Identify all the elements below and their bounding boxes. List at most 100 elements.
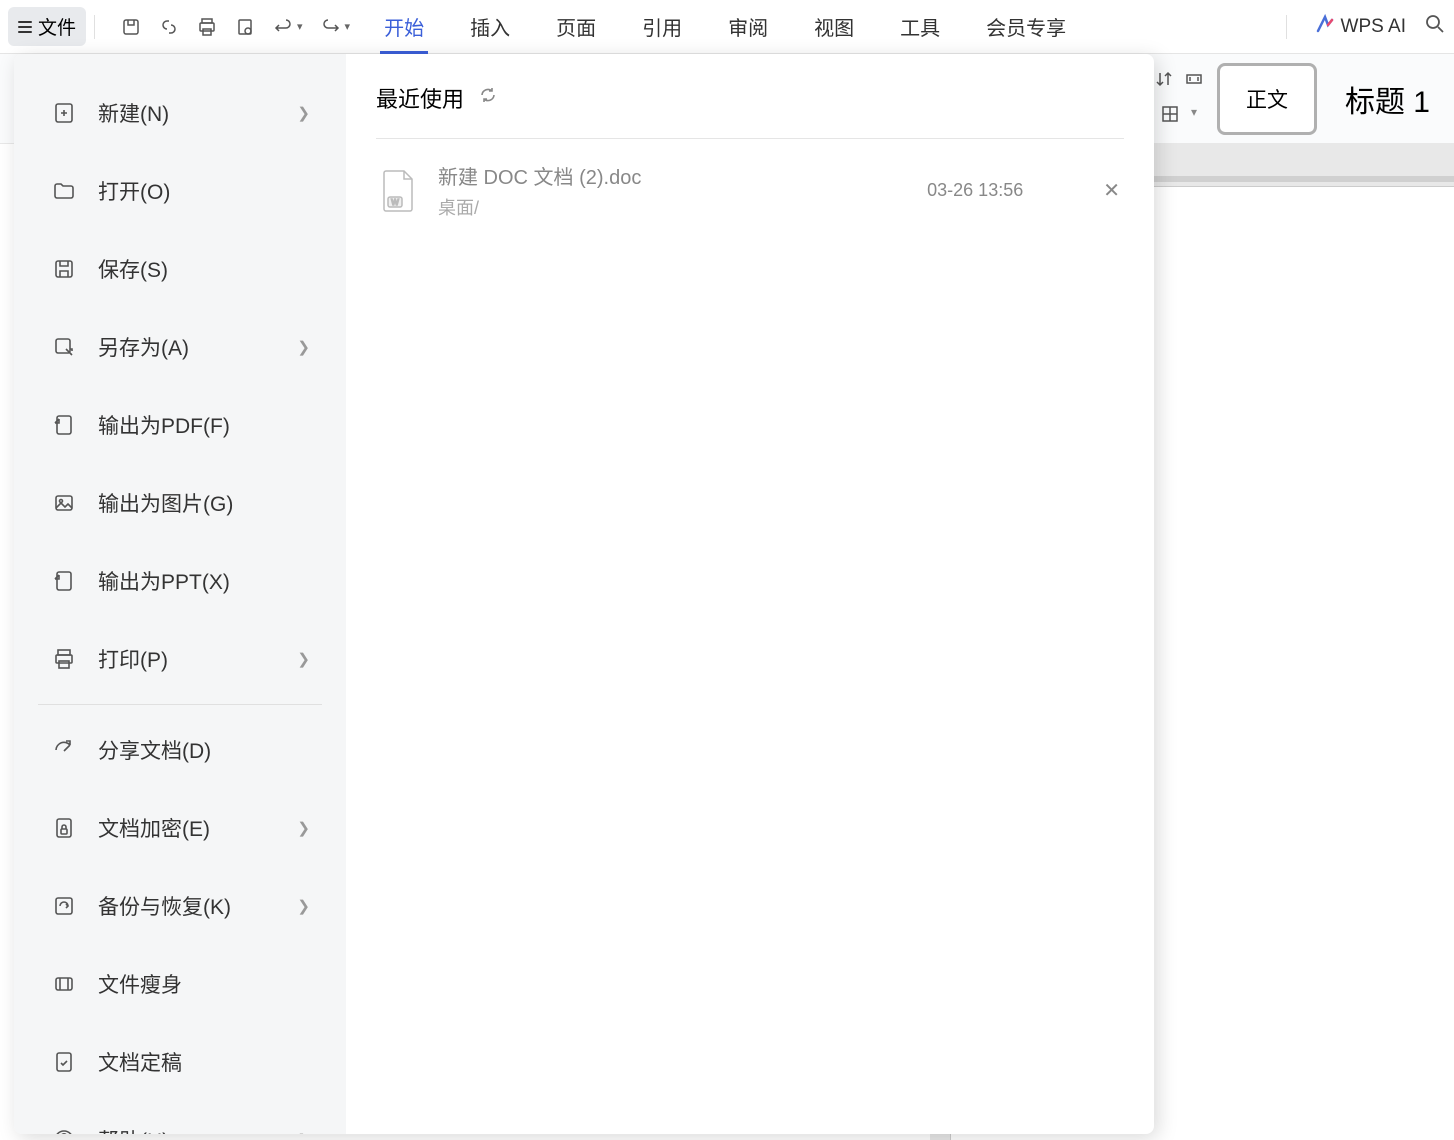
link-icon[interactable] (159, 17, 179, 37)
slim-icon (50, 970, 78, 998)
menu-item-share[interactable]: 分享文档(D) (26, 713, 334, 787)
redo-icon[interactable] (321, 17, 341, 37)
ribbon-tool-icons: ▾ (1155, 70, 1203, 128)
menu-label: 打开(O) (98, 176, 170, 206)
table-icon[interactable] (1161, 105, 1179, 128)
ribbon-right: ▾ 正文 标题 1 (1155, 54, 1454, 143)
menu-label: 另存为(A) (98, 332, 189, 362)
recent-file-time: 03-26 13:56 (927, 180, 1023, 201)
file-menu-panel: 新建(N) ❯ 打开(O) 保存(S) 另存为(A) ❯ 输出为PDF(F) 输… (14, 54, 1154, 1134)
style-heading1-button[interactable]: 标题 1 (1331, 59, 1444, 139)
file-menu-button[interactable]: 文件 (8, 7, 86, 46)
menu-item-new[interactable]: 新建(N) ❯ (26, 76, 334, 150)
save-as-icon (50, 333, 78, 361)
recent-file-item[interactable]: W 新建 DOC 文档 (2).doc 桌面/ 03-26 13:56 ✕ (376, 151, 1124, 230)
tab-page[interactable]: 页面 (552, 0, 600, 54)
menu-item-export-pdf[interactable]: 输出为PDF(F) (26, 388, 334, 462)
redo-group: ▾ (321, 17, 351, 37)
lock-icon (50, 814, 78, 842)
fit-icon[interactable] (1185, 70, 1203, 93)
menu-item-slim[interactable]: 文件瘦身 (26, 947, 334, 1021)
menu-item-help[interactable]: 帮助(H) ❯ (26, 1103, 334, 1134)
hamburger-icon (18, 21, 32, 33)
recent-file-name: 新建 DOC 文档 (2).doc (438, 161, 907, 190)
separator (94, 15, 95, 39)
search-icon[interactable] (1424, 13, 1446, 40)
style-normal-button[interactable]: 正文 (1217, 63, 1317, 135)
sort-icon[interactable] (1155, 70, 1173, 93)
menu-item-finalize[interactable]: 文档定稿 (26, 1025, 334, 1099)
menu-label: 文档定稿 (98, 1047, 182, 1077)
chevron-right-icon: ❯ (297, 897, 310, 915)
menu-label: 备份与恢复(K) (98, 891, 231, 921)
finalize-icon (50, 1048, 78, 1076)
tab-tools[interactable]: 工具 (896, 0, 944, 54)
undo-icon[interactable] (273, 17, 293, 37)
refresh-icon[interactable] (478, 85, 498, 111)
redo-dropdown-icon[interactable]: ▾ (345, 20, 351, 33)
document-icon: W (380, 167, 418, 215)
top-toolbar: 文件 ▾ ▾ 开始 插入 页面 引用 (0, 0, 1454, 54)
image-icon (50, 489, 78, 517)
backup-icon (50, 892, 78, 920)
wps-ai-icon (1315, 14, 1335, 40)
separator (1286, 15, 1287, 39)
menu-item-save[interactable]: 保存(S) (26, 232, 334, 306)
tab-reference[interactable]: 引用 (638, 0, 686, 54)
help-icon (50, 1126, 78, 1134)
print-icon[interactable] (197, 17, 217, 37)
menu-label: 新建(N) (98, 98, 169, 128)
menu-item-saveas[interactable]: 另存为(A) ❯ (26, 310, 334, 384)
tab-member[interactable]: 会员专享 (982, 0, 1070, 54)
save-icon[interactable] (121, 17, 141, 37)
menu-item-backup[interactable]: 备份与恢复(K) ❯ (26, 869, 334, 943)
new-doc-icon (50, 99, 78, 127)
ribbon-tabs: 开始 插入 页面 引用 审阅 视图 工具 会员专享 (380, 0, 1277, 54)
menu-label: 输出为PDF(F) (98, 410, 230, 440)
quick-access-toolbar: ▾ ▾ (121, 17, 350, 37)
file-menu-label: 文件 (38, 13, 76, 40)
undo-group: ▾ (273, 17, 303, 37)
chevron-right-icon: ❯ (297, 819, 310, 837)
tab-review[interactable]: 审阅 (724, 0, 772, 54)
tab-start[interactable]: 开始 (380, 0, 428, 54)
menu-label: 文档加密(E) (98, 813, 210, 843)
chevron-right-icon: ❯ (297, 650, 310, 668)
menu-item-open[interactable]: 打开(O) (26, 154, 334, 228)
wps-ai-label: WPS AI (1341, 16, 1406, 38)
file-menu-content: 最近使用 W 新建 DOC 文档 (2).doc 桌面/ 03-26 13:56… (346, 54, 1154, 1134)
share-icon (50, 736, 78, 764)
tab-insert[interactable]: 插入 (466, 0, 514, 54)
dropdown-chevron-icon[interactable]: ▾ (1191, 105, 1197, 128)
svg-text:W: W (391, 198, 399, 207)
tab-view[interactable]: 视图 (810, 0, 858, 54)
folder-icon (50, 177, 78, 205)
chevron-right-icon: ❯ (297, 338, 310, 356)
print-preview-icon[interactable] (235, 17, 255, 37)
recent-file-info: 新建 DOC 文档 (2).doc 桌面/ (438, 161, 907, 220)
pdf-icon (50, 411, 78, 439)
menu-item-export-image[interactable]: 输出为图片(G) (26, 466, 334, 540)
menu-label: 输出为图片(G) (98, 488, 233, 518)
menu-label: 分享文档(D) (98, 735, 211, 765)
recent-header: 最近使用 (376, 82, 1124, 114)
menu-item-encrypt[interactable]: 文档加密(E) ❯ (26, 791, 334, 865)
divider (376, 138, 1124, 139)
undo-dropdown-icon[interactable]: ▾ (297, 20, 303, 33)
chevron-right-icon: ❯ (297, 1131, 310, 1134)
menu-label: 输出为PPT(X) (98, 566, 230, 596)
file-menu-sidebar: 新建(N) ❯ 打开(O) 保存(S) 另存为(A) ❯ 输出为PDF(F) 输… (14, 54, 346, 1134)
menu-item-export-ppt[interactable]: 输出为PPT(X) (26, 544, 334, 618)
menu-divider (38, 704, 322, 705)
save-icon (50, 255, 78, 283)
menu-item-print[interactable]: 打印(P) ❯ (26, 622, 334, 696)
menu-label: 文件瘦身 (98, 969, 182, 999)
menu-label: 保存(S) (98, 254, 168, 284)
menu-label: 打印(P) (98, 644, 168, 674)
close-icon[interactable]: ✕ (1103, 178, 1120, 203)
menu-label: 帮助(H) (98, 1125, 169, 1134)
wps-ai-button[interactable]: WPS AI (1315, 14, 1406, 40)
recent-title: 最近使用 (376, 82, 464, 114)
print-icon (50, 645, 78, 673)
chevron-right-icon: ❯ (297, 104, 310, 122)
